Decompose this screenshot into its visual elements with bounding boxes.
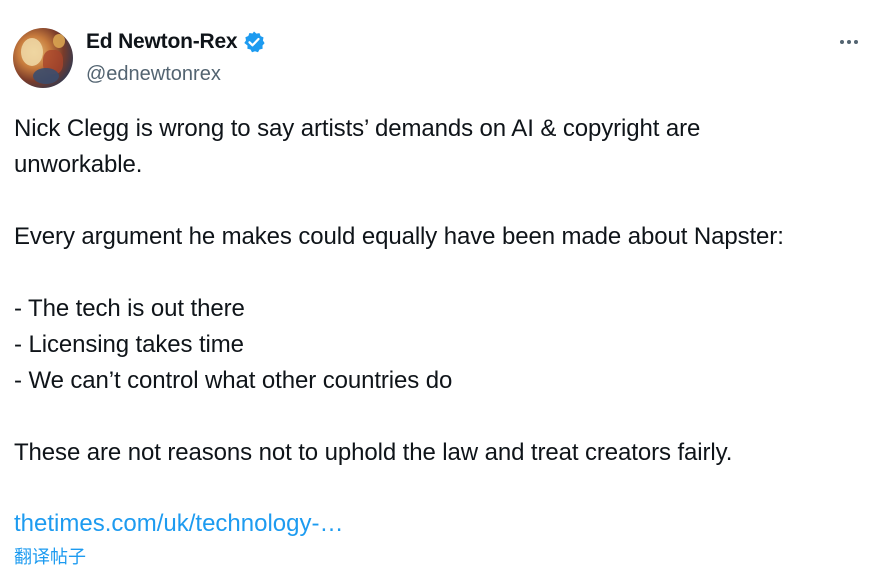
author-handle[interactable]: @ednewtonrex <box>86 63 221 86</box>
more-options-icon[interactable] <box>836 30 862 54</box>
author-name-row: Ed Newton-Rex <box>86 30 266 54</box>
tweet-line-break <box>14 183 874 219</box>
tweet-line: - We can’t control what other countries … <box>14 367 453 394</box>
tweet-card: Ed Newton-Rex @ednewtonrex Nick Clegg is… <box>0 0 878 575</box>
tweet-line-break <box>14 255 874 291</box>
tweet-text: Nick Clegg is wrong to say artists’ dema… <box>14 111 874 471</box>
avatar[interactable] <box>13 28 73 88</box>
article-link[interactable]: thetimes.com/uk/technology-… <box>14 507 343 541</box>
author-display-name[interactable]: Ed Newton-Rex <box>86 30 238 54</box>
tweet-line-break <box>14 399 874 435</box>
tweet-line: - Licensing takes time <box>14 331 244 358</box>
tweet-line: Every argument he makes could equally ha… <box>14 223 784 250</box>
tweet-line: unworkable. <box>14 151 143 178</box>
verified-badge-icon[interactable] <box>242 30 266 54</box>
translate-post-link[interactable]: 翻译帖子 <box>14 546 86 570</box>
tweet-line: These are not reasons not to uphold the … <box>14 439 733 466</box>
tweet-line: - The tech is out there <box>14 295 245 322</box>
tweet-line: Nick Clegg is wrong to say artists’ dema… <box>14 115 701 142</box>
